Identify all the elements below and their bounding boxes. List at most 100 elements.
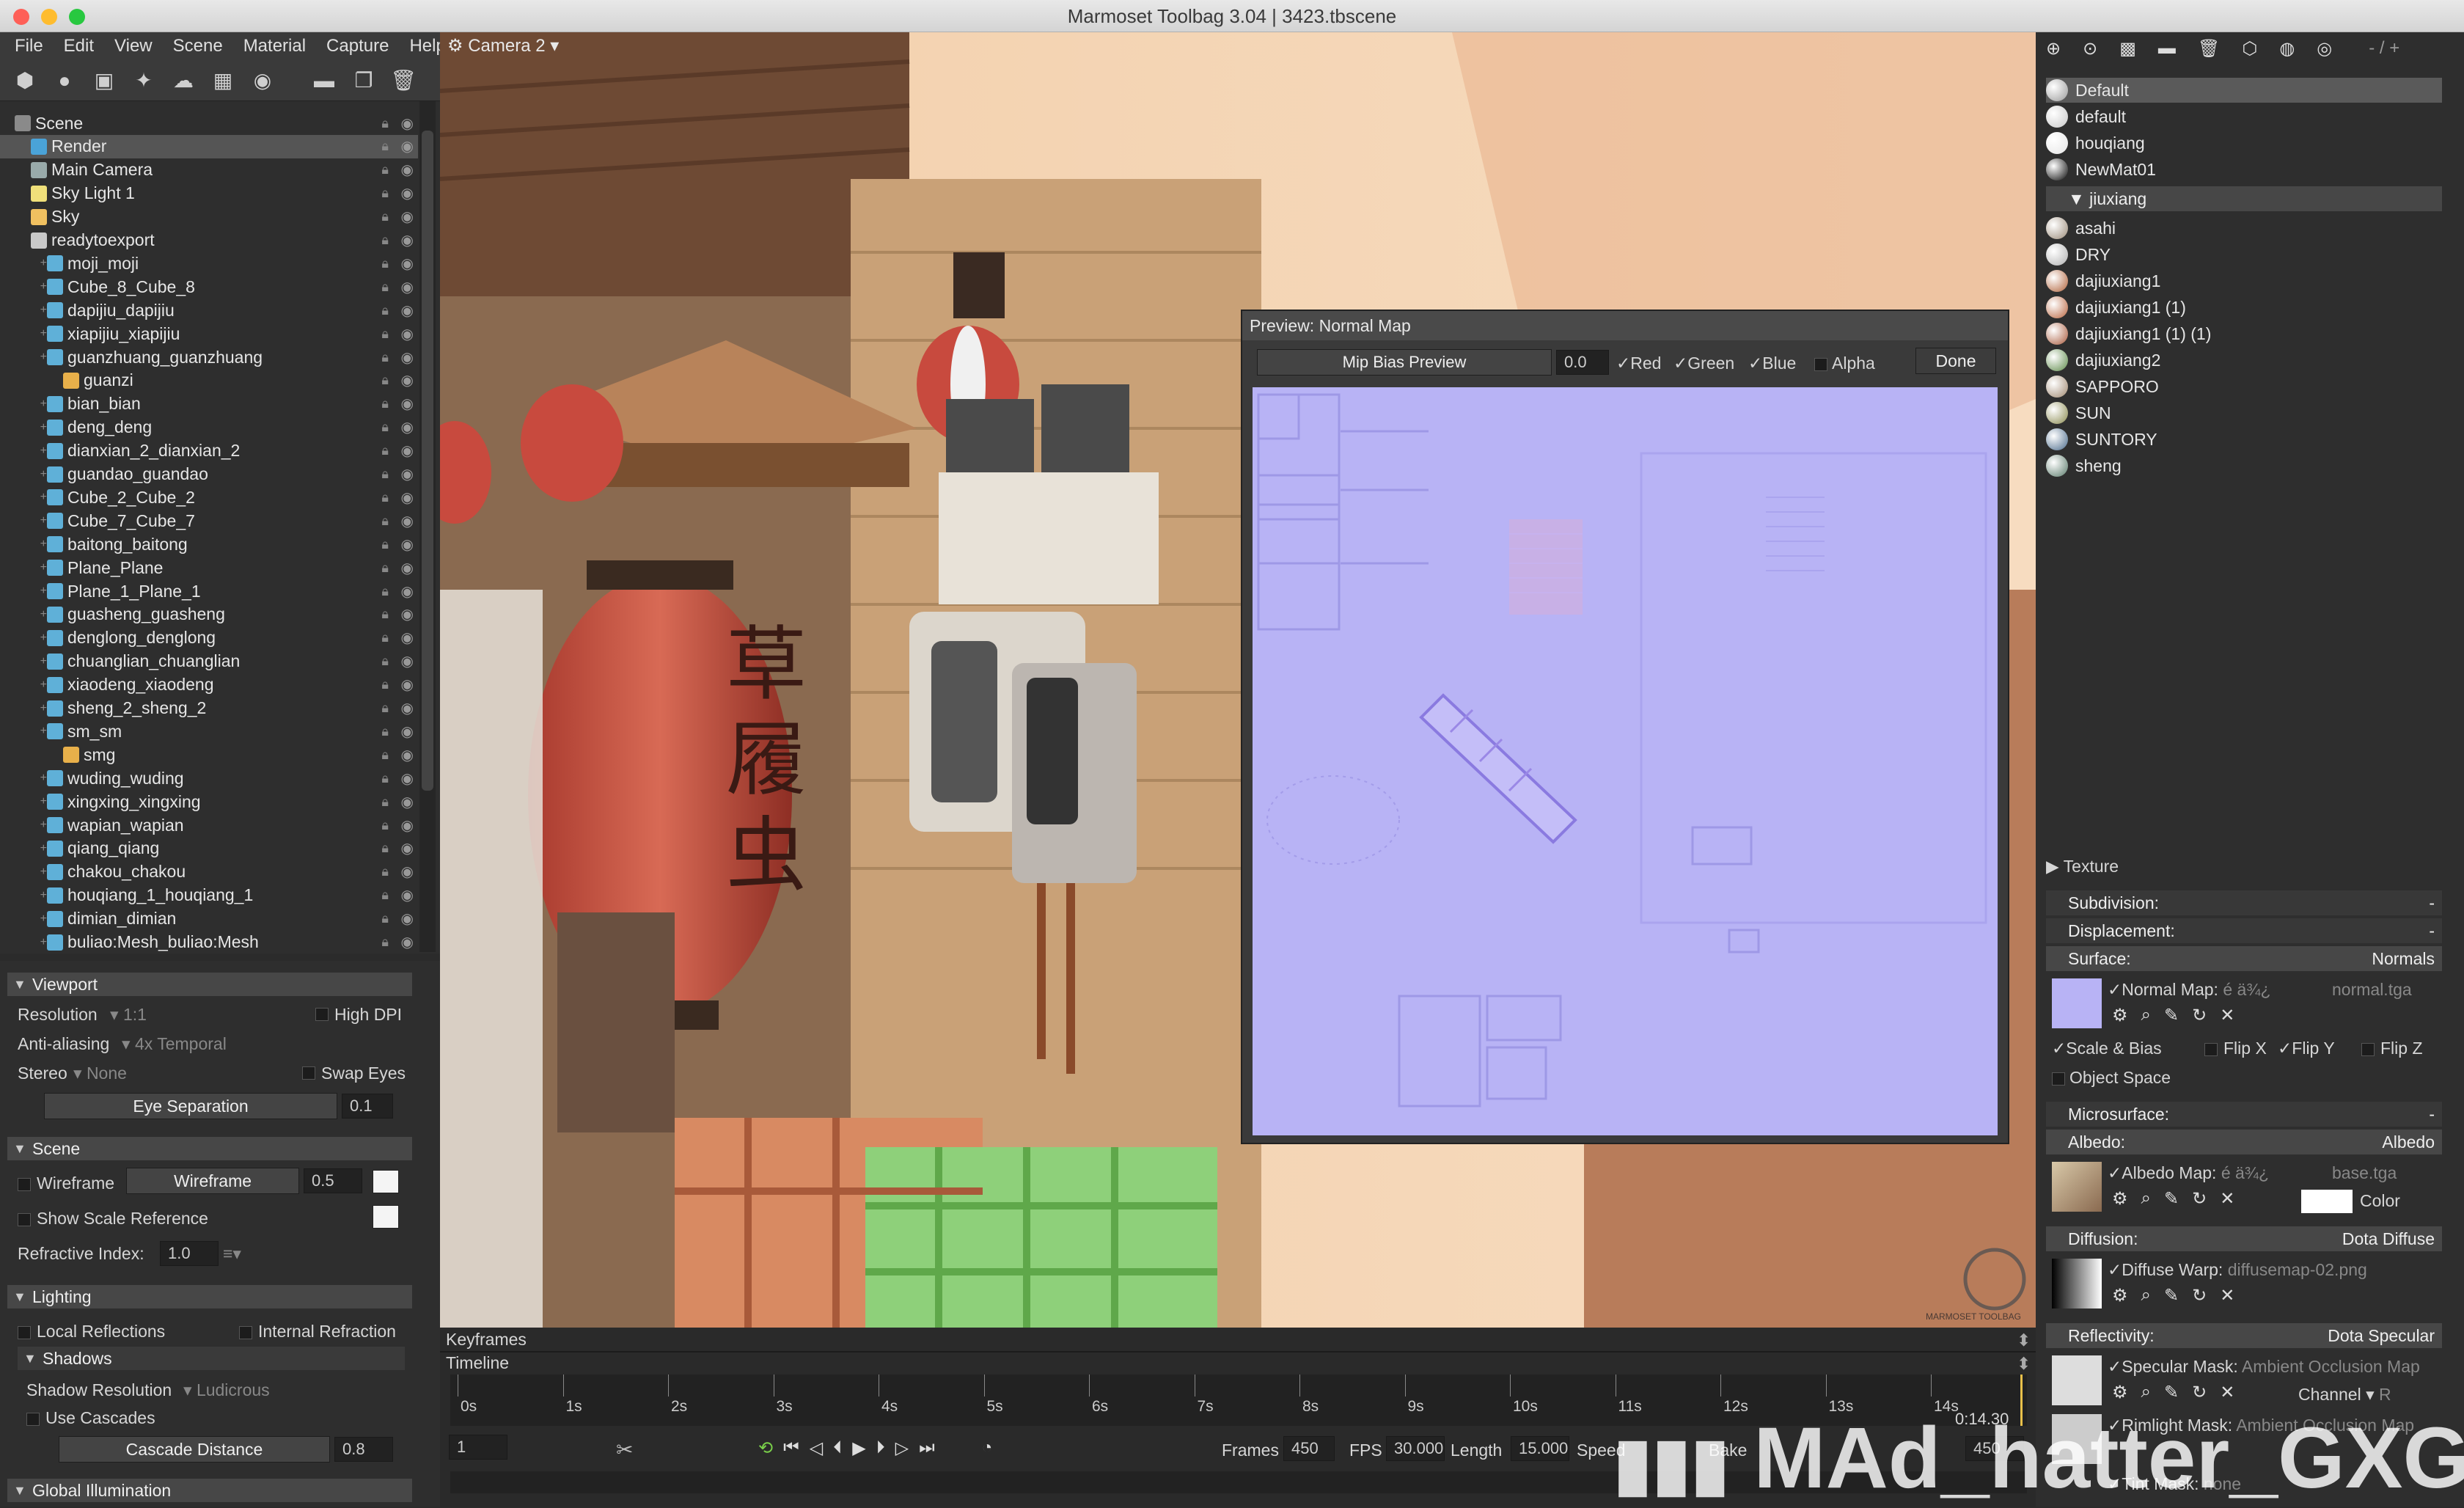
diffuse-warp-thumbnail[interactable] bbox=[2052, 1259, 2102, 1308]
step-forward-icon[interactable]: ⏵ bbox=[876, 1438, 885, 1459]
lock-icon[interactable]: 🔒︎ bbox=[381, 116, 389, 131]
lock-icon[interactable]: 🔒︎ bbox=[381, 490, 389, 505]
outliner-item[interactable]: + xiapijiu_xiapijiu 🔒︎ ◉ bbox=[0, 322, 418, 345]
add-light-icon[interactable]: ● bbox=[47, 66, 82, 95]
add-turntable-icon[interactable]: ✦ bbox=[126, 66, 161, 95]
internal-refraction-checkbox[interactable] bbox=[239, 1326, 252, 1339]
outliner-item[interactable]: readytoexport 🔒︎ ◉ bbox=[0, 229, 418, 252]
lock-icon[interactable]: 🔒︎ bbox=[381, 466, 389, 482]
material-item[interactable]: sheng bbox=[2046, 453, 2442, 478]
add-object-icon[interactable]: ⬢ bbox=[7, 66, 43, 95]
visibility-icon[interactable]: ◉ bbox=[401, 933, 414, 951]
folder-icon[interactable]: ▬ bbox=[307, 66, 342, 95]
reload-icon[interactable]: ↻ bbox=[2192, 1382, 2207, 1403]
gear-icon[interactable]: ⚙ bbox=[2112, 1382, 2128, 1403]
lock-icon[interactable]: 🔒︎ bbox=[381, 934, 389, 950]
menu-edit[interactable]: Edit bbox=[55, 36, 103, 56]
outliner-item[interactable]: + xiaodeng_xiaodeng 🔒︎ ◉ bbox=[0, 673, 418, 697]
microsurface-header[interactable]: Microsurface: - bbox=[2046, 1102, 2442, 1127]
material-folder-icon[interactable]: ▬ bbox=[2158, 38, 2176, 59]
outliner-item[interactable]: + bian_bian 🔒︎ ◉ bbox=[0, 392, 418, 416]
outliner-item[interactable]: + Cube_2_Cube_2 🔒︎ ◉ bbox=[0, 486, 418, 509]
eye-separation-slider[interactable]: Eye Separation bbox=[44, 1093, 337, 1119]
material-item[interactable]: Default bbox=[2046, 78, 2442, 103]
current-frame-field[interactable]: 1 bbox=[449, 1435, 507, 1460]
eye-separation-field[interactable]: 0.1 bbox=[342, 1094, 393, 1119]
visibility-icon[interactable]: ◉ bbox=[401, 231, 414, 249]
reload-icon[interactable]: ↻ bbox=[2192, 1188, 2207, 1209]
loop-icon[interactable]: ⟲ bbox=[758, 1438, 773, 1459]
specular-mask-thumbnail[interactable] bbox=[2052, 1355, 2102, 1405]
settings-icon[interactable]: ◔ bbox=[982, 1438, 993, 1459]
lock-icon[interactable]: 🔒︎ bbox=[381, 677, 389, 692]
duplicate-material-icon[interactable]: ⊙ bbox=[2083, 38, 2097, 59]
visibility-icon[interactable]: ◉ bbox=[401, 488, 414, 507]
lock-icon[interactable]: 🔒︎ bbox=[381, 794, 389, 810]
gear-icon[interactable]: ⚙ bbox=[2112, 1005, 2128, 1026]
duplicate-icon[interactable]: ❐ bbox=[346, 66, 381, 95]
visibility-icon[interactable]: ◉ bbox=[401, 418, 414, 436]
lock-icon[interactable]: 🔒︎ bbox=[381, 607, 389, 622]
go-start-icon[interactable]: ⏮ bbox=[783, 1438, 799, 1459]
lock-icon[interactable]: 🔒︎ bbox=[381, 630, 389, 645]
lock-icon[interactable]: 🔒︎ bbox=[381, 139, 389, 154]
lock-icon[interactable]: 🔒︎ bbox=[381, 513, 389, 529]
outliner-scrollbar[interactable] bbox=[419, 101, 436, 952]
visibility-icon[interactable]: ◉ bbox=[401, 371, 414, 389]
visibility-icon[interactable]: ◉ bbox=[401, 208, 414, 226]
outliner-item[interactable]: + Cube_7_Cube_7 🔒︎ ◉ bbox=[0, 509, 418, 532]
displacement-header[interactable]: Displacement: - bbox=[2046, 918, 2442, 943]
outliner-item[interactable]: Scene 🔒︎ ◉ bbox=[0, 111, 418, 135]
lock-icon[interactable]: 🔒︎ bbox=[381, 864, 389, 879]
lock-icon[interactable]: 🔒︎ bbox=[381, 700, 389, 716]
refractive-presets-icon[interactable]: ≡▾ bbox=[223, 1241, 241, 1266]
surface-header[interactable]: Surface: Normals bbox=[2046, 946, 2442, 971]
add-fog-icon[interactable]: ▦ bbox=[205, 66, 241, 95]
timeline-collapse-icon[interactable]: ⬍ bbox=[2017, 1354, 2031, 1374]
outliner-item[interactable]: + Cube_8_Cube_8 🔒︎ ◉ bbox=[0, 275, 418, 299]
mip-bias-slider[interactable]: Mip Bias Preview bbox=[1257, 349, 1552, 376]
assign-material-icon[interactable]: ⬡ bbox=[2242, 38, 2257, 59]
material-item[interactable]: asahi bbox=[2046, 216, 2442, 241]
lock-icon[interactable]: 🔒︎ bbox=[381, 443, 389, 458]
visibility-icon[interactable]: ◉ bbox=[401, 184, 414, 202]
outliner-item[interactable]: + moji_moji 🔒︎ ◉ bbox=[0, 252, 418, 275]
visibility-icon[interactable]: ◉ bbox=[401, 839, 414, 857]
outliner-item[interactable]: + sheng_2_sheng_2 🔒︎ ◉ bbox=[0, 697, 418, 720]
visibility-icon[interactable]: ◉ bbox=[401, 722, 414, 741]
visibility-icon[interactable]: ◉ bbox=[401, 255, 414, 273]
outliner-item[interactable]: + baitong_baitong 🔒︎ ◉ bbox=[0, 532, 418, 556]
reload-icon[interactable]: ↻ bbox=[2192, 1285, 2207, 1306]
material-group-header[interactable]: ▼ jiuxiang bbox=[2046, 186, 2442, 211]
eyedropper-icon[interactable]: ✎ bbox=[2164, 1005, 2179, 1026]
outliner-item[interactable]: + houqiang_1_houqiang_1 🔒︎ ◉ bbox=[0, 884, 418, 907]
anti-aliasing-dropdown[interactable]: ▾ 4x Temporal bbox=[122, 1031, 227, 1056]
visibility-icon[interactable]: ◉ bbox=[401, 746, 414, 764]
lock-icon[interactable]: 🔒︎ bbox=[381, 326, 389, 342]
lock-icon[interactable]: 🔒︎ bbox=[381, 771, 389, 786]
lighting-section-header[interactable]: Lighting bbox=[7, 1285, 412, 1308]
visibility-icon[interactable]: ◉ bbox=[401, 442, 414, 460]
outliner-item[interactable]: + wapian_wapian 🔒︎ ◉ bbox=[0, 813, 418, 837]
lock-icon[interactable]: 🔒︎ bbox=[381, 233, 389, 248]
texture-section[interactable]: ▶ Texture bbox=[2046, 854, 2119, 879]
visibility-icon[interactable]: ◉ bbox=[401, 325, 414, 343]
high-dpi-checkbox[interactable] bbox=[315, 1008, 329, 1021]
material-item[interactable]: SUN bbox=[2046, 400, 2442, 425]
frames-field[interactable]: 450 bbox=[1283, 1436, 1335, 1461]
go-end-icon[interactable]: ⏭ bbox=[919, 1438, 935, 1459]
local-reflections-checkbox[interactable] bbox=[18, 1326, 31, 1339]
refractive-index-field[interactable]: 1.0 bbox=[160, 1241, 219, 1266]
outliner-item[interactable]: + deng_deng 🔒︎ ◉ bbox=[0, 416, 418, 439]
mip-bias-field[interactable]: 0.0 bbox=[1556, 350, 1609, 375]
lock-icon[interactable]: 🔒︎ bbox=[381, 350, 389, 365]
visibility-icon[interactable]: ◉ bbox=[401, 793, 414, 811]
visibility-icon[interactable]: ◉ bbox=[401, 535, 414, 554]
outliner-item[interactable]: + chuanglian_chuanglian 🔒︎ ◉ bbox=[0, 650, 418, 673]
reload-icon[interactable]: ↻ bbox=[2192, 1005, 2207, 1026]
cascade-distance-slider[interactable]: Cascade Distance bbox=[59, 1436, 330, 1463]
global-illumination-header[interactable]: Global Illumination bbox=[7, 1479, 412, 1502]
wireframe-value-field[interactable]: 0.5 bbox=[304, 1168, 362, 1193]
material-item[interactable]: SUNTORY bbox=[2046, 427, 2442, 452]
object-space-checkbox[interactable] bbox=[2052, 1072, 2065, 1086]
